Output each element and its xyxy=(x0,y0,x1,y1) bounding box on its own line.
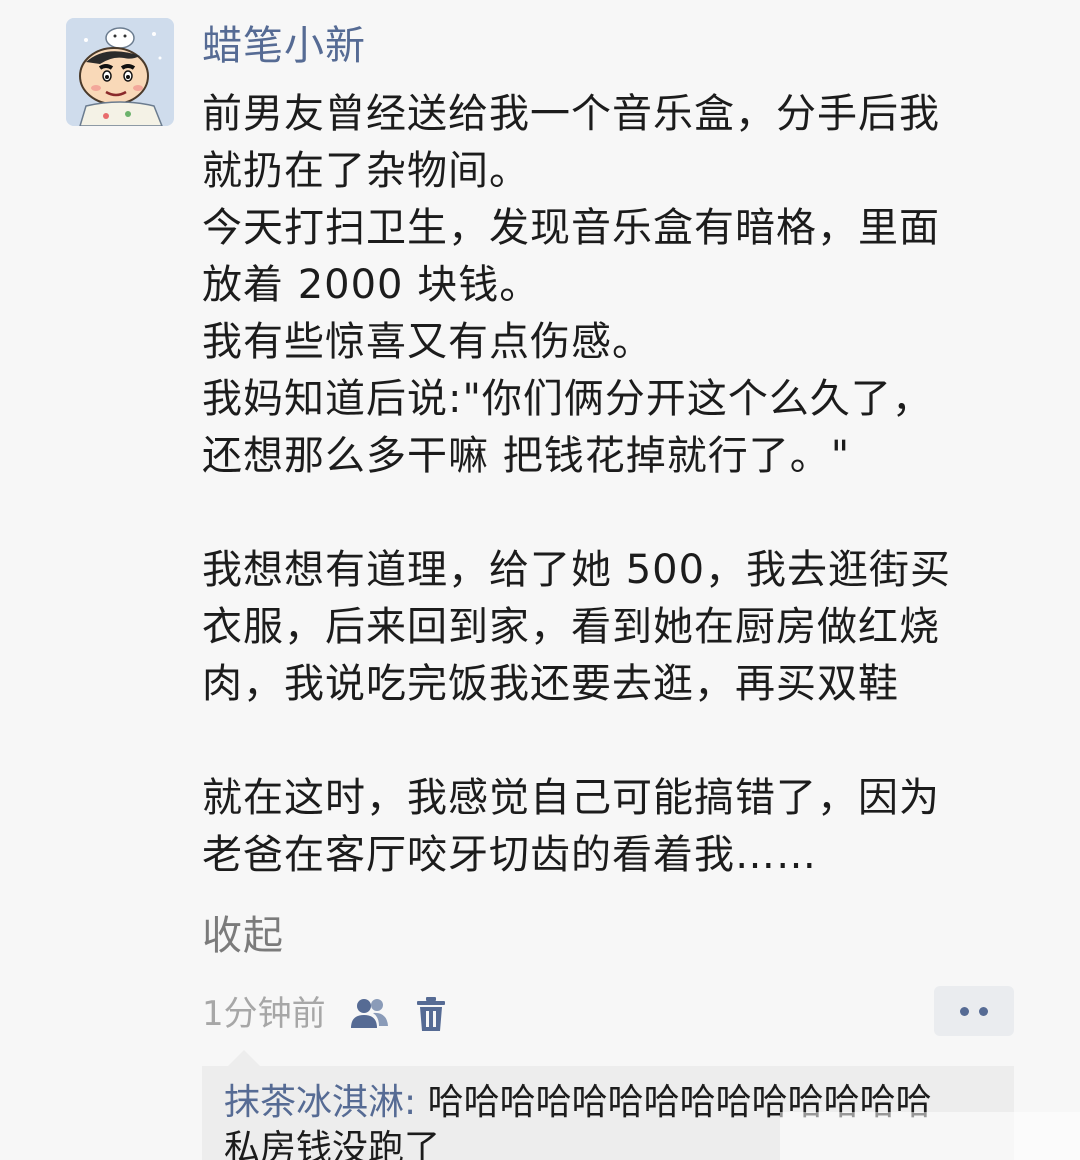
more-dots-icon xyxy=(979,1006,988,1016)
watermark xyxy=(780,1112,1080,1160)
paragraph-spacer xyxy=(202,485,1002,542)
trash-icon[interactable] xyxy=(416,996,446,1032)
avatar[interactable] xyxy=(66,18,174,126)
username[interactable]: 蜡笔小新 xyxy=(202,18,366,74)
post-paragraph: 今天打扫卫生，发现音乐盒有暗格，里面 放着 2000 块钱。 xyxy=(202,205,940,308)
post-paragraph: 我想想有道理，给了她 500，我去逛街买 衣服，后来回到家，看到她在厨房做红烧 … xyxy=(202,547,952,707)
post-paragraph: 前男友曾经送给我一个音乐盒，分手后我 就扔在了杂物间。 xyxy=(202,91,940,194)
moments-post: 蜡笔小新 前男友曾经送给我一个音乐盒，分手后我 就扔在了杂物间。 今天打扫卫生，… xyxy=(0,0,1080,1160)
paragraph-spacer xyxy=(202,713,1002,770)
more-dots-icon xyxy=(960,1006,969,1016)
crayon-shinchan-avatar-icon xyxy=(66,18,174,126)
post-time: 1分钟前 xyxy=(202,994,326,1034)
collapse-link[interactable]: 收起 xyxy=(202,908,284,964)
comment-pointer xyxy=(228,1050,260,1066)
post-paragraph: 我有些惊喜又有点伤感。 xyxy=(202,319,653,365)
post-paragraph: 我妈知道后说:"你们俩分开这个么久了， 还想那么多干嘛 把钱花掉就行了。" xyxy=(202,376,933,479)
friends-visibility-icon[interactable] xyxy=(350,996,390,1032)
post-meta-row: 1分钟前 xyxy=(202,986,1014,1040)
comment-author[interactable]: 抹茶冰淇淋: xyxy=(224,1082,416,1123)
more-dots-button[interactable] xyxy=(934,986,1014,1036)
post-paragraph: 就在这时，我感觉自己可能搞错了，因为 老爸在客厅咬牙切齿的看着我…… xyxy=(202,775,940,878)
post-content: 前男友曾经送给我一个音乐盒，分手后我 就扔在了杂物间。 今天打扫卫生，发现音乐盒… xyxy=(202,86,1002,884)
